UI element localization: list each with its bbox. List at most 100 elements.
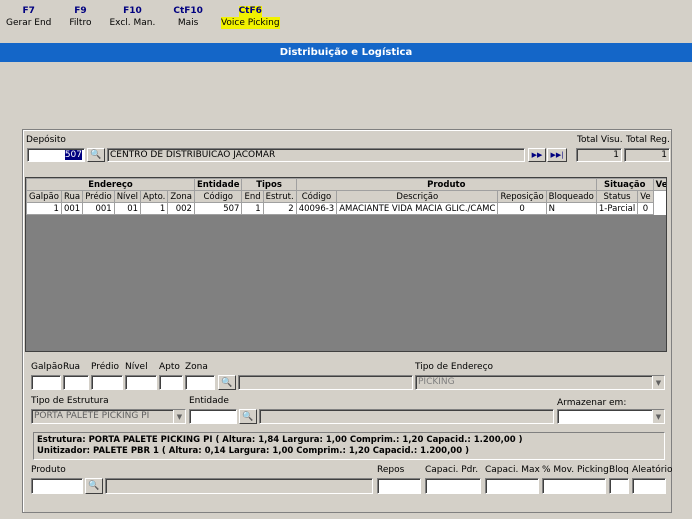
bloq-label: Bloq — [609, 465, 629, 475]
column-header[interactable]: Prédio — [82, 190, 115, 203]
binoculars-icon: 🔍 — [90, 150, 102, 160]
capaci-pdr-label: Capaci. Pdr. — [425, 465, 479, 475]
capaci-pdr-field[interactable] — [425, 478, 481, 494]
column-header[interactable]: End — [241, 190, 264, 203]
mov-picking-label: % Mov. Picking — [542, 465, 609, 475]
shortcut-key: CtF6 — [238, 6, 262, 17]
column-header[interactable]: Código — [295, 190, 338, 203]
chevron-down-icon: ▼ — [652, 376, 664, 389]
total-visu-field: 1 — [576, 148, 622, 162]
table-cell: N — [545, 202, 597, 215]
tipo-estrutura-value: PORTA PALETE PICKING PI — [34, 411, 150, 421]
table-cell: 0 — [637, 202, 654, 215]
zona-description-field — [238, 375, 413, 390]
tipo-endereco-label: Tipo de Endereço — [415, 362, 494, 372]
toolbar-button-label: Mais — [177, 18, 199, 28]
entidade-search-button[interactable]: 🔍 — [239, 409, 257, 424]
column-header[interactable]: Status — [595, 190, 639, 203]
binoculars-icon: 🔍 — [88, 481, 100, 491]
aleatorio-field[interactable] — [632, 478, 666, 494]
chevron-down-icon: ▼ — [173, 410, 185, 423]
last-button[interactable]: ▶▶| — [547, 148, 567, 162]
produto-field[interactable] — [31, 478, 83, 494]
shortcut-key: F9 — [74, 6, 87, 16]
predio-field[interactable] — [91, 375, 123, 390]
toolbar-button-label: Filtro — [69, 18, 92, 28]
produto-description-field — [105, 478, 373, 494]
column-header[interactable]: Rua — [60, 190, 84, 203]
zona-search-button[interactable]: 🔍 — [218, 375, 236, 390]
table-cell: 1 — [140, 202, 169, 215]
table-cell: 002 — [167, 202, 195, 215]
column-header[interactable]: Zona — [167, 190, 195, 203]
galpao-label: Galpão — [31, 362, 63, 372]
group-header: Produto — [295, 178, 597, 191]
next-button[interactable]: ▶▶ — [528, 148, 546, 162]
armazenar-select[interactable]: ▼ — [557, 409, 665, 424]
total-reg-field: 1 — [624, 148, 670, 162]
tipo-estrutura-select[interactable]: PORTA PALETE PICKING PI ▼ — [31, 409, 186, 424]
group-header: Entidade — [193, 178, 243, 191]
column-header[interactable]: Apto. — [140, 190, 169, 203]
deposito-code-field[interactable]: 507 — [27, 148, 85, 162]
group-header: Situação — [595, 178, 654, 191]
entidade-description-field — [259, 409, 554, 424]
tipo-endereco-value: PICKING — [418, 377, 455, 387]
capaci-max-label: Capaci. Max — [485, 465, 540, 475]
entidade-label: Entidade — [189, 396, 229, 406]
capaci-max-field[interactable] — [485, 478, 539, 494]
table-row[interactable]: 1 001 001 01 1 002 507 1 2 40096-3 AMACIANTE VIDA … — [26, 202, 667, 215]
apto-field[interactable] — [159, 375, 183, 390]
column-header[interactable]: Galpão — [26, 190, 62, 203]
armazenar-label: Armazenar em: — [557, 398, 627, 408]
deposito-name-field: CENTRO DE DISTRIBUICAO JACOMAR — [107, 148, 525, 162]
column-header[interactable]: Ve — [637, 190, 654, 203]
binoculars-icon: 🔍 — [221, 377, 233, 388]
entidade-field[interactable] — [189, 409, 237, 424]
bloq-field[interactable] — [609, 478, 629, 494]
table-cell: 40096-3 — [295, 202, 338, 215]
toolbar-button-f10[interactable]: F10 Excl. Man. — [109, 6, 155, 42]
toolbar-button-f7[interactable]: F7 Gerar End — [6, 6, 51, 42]
tipo-endereco-select[interactable]: PICKING ▼ — [415, 375, 665, 390]
zona-field[interactable] — [185, 375, 215, 390]
galpao-field[interactable] — [31, 375, 61, 390]
produto-search-button[interactable]: 🔍 — [85, 478, 103, 494]
toolbar-button-label: Voice Picking — [220, 17, 280, 29]
total-reg-label: Total Reg. — [626, 135, 670, 145]
shortcut-key: F10 — [123, 6, 142, 16]
tipo-estrutura-label: Tipo de Estrutura — [31, 396, 109, 406]
shortcut-key: CtF10 — [173, 6, 203, 16]
mov-picking-field[interactable] — [542, 478, 606, 494]
deposito-search-button[interactable]: 🔍 — [87, 148, 105, 162]
toolbar-button-ctf6[interactable]: CtF6 Voice Picking — [220, 6, 280, 42]
column-header[interactable]: Bloqueado — [545, 190, 597, 203]
column-header[interactable]: Reposição — [497, 190, 547, 203]
last-icon: ▶▶| — [550, 151, 564, 159]
column-header[interactable]: Nível — [113, 190, 142, 203]
toolbar: F7 Gerar End F9 Filtro F10 Excl. Man. CtF10 Mai… — [0, 0, 692, 42]
toolbar-button-label: Gerar End — [6, 18, 52, 28]
column-header[interactable]: Estrut. — [262, 190, 297, 203]
table-cell: AMACIANTE VIDA MACIA GLIC./CAMC — [336, 202, 499, 215]
repos-field[interactable] — [377, 478, 421, 494]
table-cell: 001 — [60, 202, 84, 215]
address-grid[interactable]: Endereço Entidade Tipos Produto Situação Ve Ga… — [25, 177, 667, 352]
toolbar-button-f9[interactable]: F9 Filtro — [69, 6, 91, 42]
column-header[interactable]: Código — [193, 190, 243, 203]
nivel-field[interactable] — [125, 375, 157, 390]
unitizer-info-line: Unitizador: PALETE PBR 1 ( Altura: 0,14 … — [37, 446, 469, 456]
rua-label: Rua — [63, 362, 81, 372]
repos-label: Repos — [377, 465, 405, 475]
deposito-code: 507 — [64, 150, 82, 160]
rua-field[interactable] — [63, 375, 89, 390]
structure-info-line: Estrutura: PORTA PALETE PICKING PI ( Alt… — [37, 435, 523, 445]
column-header[interactable]: Descrição — [336, 190, 499, 203]
group-header: Tipos — [241, 178, 297, 191]
table-cell: 001 — [82, 202, 115, 215]
aleatorio-label: Aleatório — [632, 465, 673, 475]
table-cell: 01 — [113, 202, 142, 215]
predio-label: Prédio — [91, 362, 120, 372]
toolbar-button-ctf10[interactable]: CtF10 Mais — [173, 6, 203, 42]
apto-label: Apto — [159, 362, 180, 372]
